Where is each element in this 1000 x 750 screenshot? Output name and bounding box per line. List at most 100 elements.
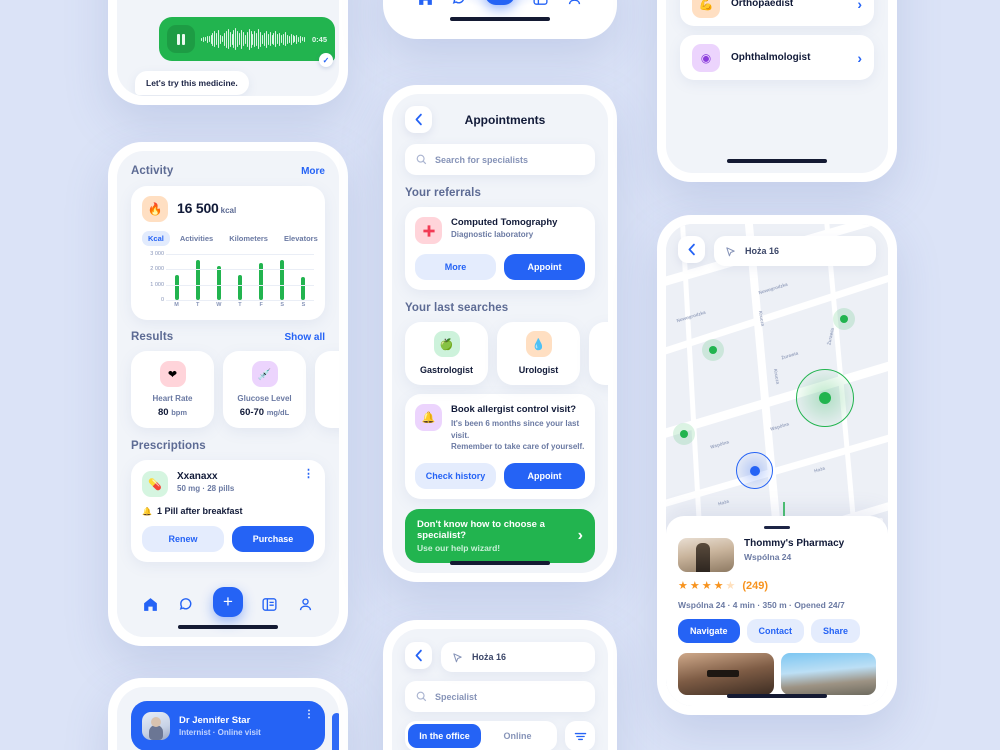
specialists-list[interactable]: ✚Internist›💪Orthopaedist›◉Ophthalmologis… [680, 0, 874, 80]
results-show-all-link[interactable]: Show all [284, 332, 325, 343]
alert-title: Book allergist control visit? [451, 404, 577, 415]
last-search-card[interactable]: 💧 Urologist [497, 322, 580, 385]
prescription-actions: Renew Purchase [142, 526, 314, 552]
renew-button[interactable]: Renew [142, 526, 224, 552]
home-icon[interactable] [142, 596, 159, 613]
page-title: Appointments [464, 112, 546, 127]
voice-message-bubble[interactable]: 0:45 [159, 17, 335, 61]
news-icon[interactable] [532, 0, 549, 12]
home-icon[interactable] [417, 0, 434, 12]
share-button[interactable]: Share [811, 619, 861, 643]
doctor-menu-icon[interactable]: ⋮ [304, 710, 314, 720]
referral-more-button[interactable]: More [415, 254, 496, 280]
phone-search-filters: Hoża 16 Specialist In the office Online [383, 620, 617, 750]
results-header: Results Show all [131, 331, 325, 343]
profile-icon[interactable] [566, 0, 583, 12]
chart-xtick: S [280, 302, 285, 308]
results-list[interactable]: ❤ Heart Rate 80 bpm 💉 Glucose Level 60-70 mg/… [131, 351, 339, 428]
chart-xtick: F [259, 302, 263, 308]
check-history-button[interactable]: Check history [415, 462, 496, 489]
map-address-input[interactable]: Hoża 16 [714, 236, 876, 266]
card-stack-peek [332, 713, 339, 750]
location-input[interactable]: Hoża 16 [441, 642, 595, 672]
map-address-value: Hoża 16 [745, 246, 780, 256]
bell-icon: 🔔 [415, 404, 442, 431]
chart-bar [216, 265, 221, 300]
search-input[interactable]: Search for specialists [405, 144, 595, 175]
specialists-screen: ✚Internist›💪Orthopaedist›◉Ophthalmologis… [666, 0, 888, 173]
back-button[interactable] [405, 106, 432, 133]
pause-icon[interactable] [167, 25, 195, 53]
map-marker[interactable] [673, 423, 695, 445]
gallery-photo[interactable] [678, 653, 774, 695]
specialist-row[interactable]: ◉ Ophthalmologist › [680, 35, 874, 80]
navigate-button[interactable]: Navigate [678, 619, 740, 643]
specialty-icon: 💧 [525, 331, 552, 357]
segment-in-the-office[interactable]: In the office [408, 724, 481, 748]
visit-type-segmented-control[interactable]: In the office Online [405, 721, 557, 750]
back-button[interactable] [405, 642, 432, 669]
last-search-card[interactable]: 🍏 Gastrologist [405, 322, 488, 385]
back-button[interactable] [678, 236, 705, 263]
referral-info: Computed Tomography Diagnostic laborator… [415, 217, 585, 244]
chart-xtick: W [216, 302, 222, 308]
result-card[interactable]: 🩸Blood120 [315, 351, 339, 428]
phone-nav-strip: + [383, 0, 617, 39]
sheet-grabber[interactable] [764, 526, 790, 529]
phone-map: Nowogrodzka Nowogrodzka Krucza Żurawia Ż… [657, 215, 897, 715]
map-marker-current-location[interactable] [736, 452, 773, 489]
alert-appoint-button[interactable]: Appoint [504, 462, 585, 489]
gallery-photo[interactable] [780, 653, 876, 695]
purchase-button[interactable]: Purchase [232, 526, 314, 552]
specialist-row[interactable]: 💪 Orthopaedist › [680, 0, 874, 26]
navigation-icon [453, 652, 462, 662]
specialty-name: Gastrologist [419, 365, 473, 375]
doctor-name: Dr Jennifer Star [179, 715, 251, 726]
prescription-menu-icon[interactable]: ⋮ [303, 469, 314, 480]
referral-appoint-button[interactable]: Appoint [504, 254, 585, 280]
doctor-card[interactable]: Dr Jennifer Star Internist · Online visi… [131, 701, 325, 750]
activity-tab-activities[interactable]: Activities [174, 231, 219, 246]
add-icon[interactable]: + [212, 587, 243, 617]
help-wizard-banner[interactable]: Don't know how to choose a specialist? U… [405, 508, 595, 563]
result-card[interactable]: ❤ Heart Rate 80 bpm [131, 351, 214, 428]
activity-tabs[interactable]: Kcal Activities Kilometers Elevators [142, 231, 318, 246]
phone-chat: 0:45 ✓ Let's try this medicine. [108, 0, 348, 105]
place-detail-sheet: Thommy's Pharmacy Wspólna 24 ★ ★ ★ ★ ★ (249)… [666, 516, 888, 706]
chart-bar [280, 260, 285, 300]
segmented-control-row: In the office Online [405, 721, 595, 750]
chevron-right-icon: › [857, 0, 862, 12]
chart-gridline [166, 284, 314, 286]
add-icon[interactable]: + [484, 0, 515, 5]
map-marker[interactable] [833, 308, 855, 330]
last-searches-list[interactable]: 🍏 Gastrologist 💧 Urologist ✚Internist [405, 322, 608, 385]
activity-more-link[interactable]: More [301, 166, 325, 177]
activity-tab-kcal[interactable]: Kcal [142, 231, 170, 246]
star-icon: ★ [725, 580, 736, 592]
activity-tab-elevators[interactable]: Elevators [278, 231, 324, 246]
map-marker-selected[interactable] [796, 369, 854, 427]
last-search-card[interactable]: ✚Internist [589, 322, 608, 385]
news-icon[interactable] [261, 596, 278, 613]
result-card[interactable]: 💉 Glucose Level 60-70 mg/dL [223, 351, 306, 428]
chart-x-axis: MTWTFSS [166, 302, 314, 308]
home-indicator [727, 159, 827, 163]
result-name: Heart Rate [152, 394, 193, 403]
activity-header: Activity More [131, 165, 325, 177]
chat-text-bubble: Let's try this medicine. [135, 71, 249, 95]
waveform[interactable] [201, 26, 306, 52]
filter-button[interactable] [565, 721, 595, 750]
map-marker[interactable] [702, 339, 724, 361]
chat-icon[interactable] [451, 0, 468, 12]
segment-online[interactable]: Online [481, 724, 554, 748]
chat-screen: 0:45 ✓ Let's try this medicine. [117, 0, 339, 96]
referral-card: Computed Tomography Diagnostic laborator… [405, 207, 595, 290]
chat-icon[interactable] [178, 596, 195, 613]
profile-icon[interactable] [297, 596, 314, 613]
contact-button[interactable]: Contact [746, 619, 805, 643]
activity-tab-kilometers[interactable]: Kilometers [223, 231, 274, 246]
read-receipt-check-icon: ✓ [319, 53, 333, 67]
specialist-input[interactable]: Specialist [405, 681, 595, 712]
place-gallery[interactable] [678, 653, 876, 695]
map-header: Hoża 16 [678, 236, 876, 266]
